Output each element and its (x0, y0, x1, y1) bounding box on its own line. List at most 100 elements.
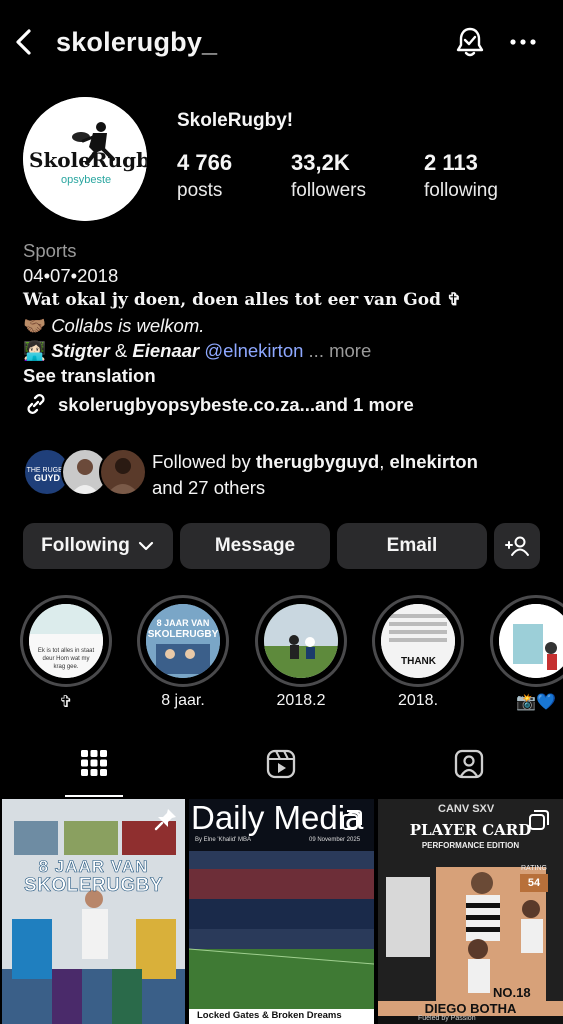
tab-posts-grid[interactable] (65, 745, 123, 797)
more-options-icon[interactable] (507, 27, 539, 57)
highlight-label-4: 2018. (397, 692, 439, 709)
posts-label: posts (177, 180, 223, 201)
post-3-footer: Fueled by Passion (418, 1015, 476, 1022)
bio-website-link[interactable]: skolerugbyopsybeste.co.za... (58, 392, 315, 417)
bio-collabs: Collabs is welkom. (51, 315, 205, 336)
highlight-label-3: 2018.2 (276, 692, 326, 709)
pinned-post-icon (154, 809, 176, 831)
post-3-rating-label: RATING (521, 865, 547, 872)
post-thumbnail-2[interactable]: Daily Media By Elne 'Khalid' MBA 09 Nove… (189, 799, 374, 1024)
followed-by-user-2[interactable]: elnekirton (389, 451, 477, 472)
bio-mention-link[interactable]: @elnekirton (204, 340, 303, 361)
logo-text-skole: SkoleRugby (29, 148, 147, 172)
following-label: following (424, 180, 498, 201)
skolerugby-logo-icon: SkoleRugby opsybeste (23, 97, 147, 221)
post-3-number: NO.18 (493, 985, 531, 1000)
highlight-cover-2: 8 JAAR VAN SKOLERUGBY (146, 604, 220, 678)
message-button[interactable]: Message (180, 523, 330, 569)
svg-text:krag gee.: krag gee. (53, 664, 78, 670)
bio-collabs-line: 🤝🏽 Collabs is welkom. (23, 313, 543, 338)
profile-display-name: SkoleRugby! (177, 110, 294, 131)
bio-link-more[interactable]: and 1 more (315, 392, 414, 417)
post-1-title-line-2: SKOLERUGBY (23, 875, 164, 897)
bio-founder-line: 👩🏻‍💻 Stigter & Eienaar @elnekirton ... m… (23, 338, 543, 363)
bio-founder-and: & (109, 340, 133, 361)
bio-links[interactable]: skolerugbyopsybeste.co.za... and 1 more (23, 391, 543, 417)
story-highlight-2[interactable]: 8 JAAR VAN SKOLERUGBY 8 jaar. (137, 595, 229, 710)
laptop-person-icon: 👩🏻‍💻 (23, 340, 47, 361)
story-highlight-1[interactable]: Ek is tot alles in staat deur Hom wat my k… (20, 595, 112, 712)
bio-founder-2: Eienaar (132, 340, 200, 361)
following-button[interactable]: Following (23, 523, 173, 569)
svg-text:SKOLERUGBY: SKOLERUGBY (148, 629, 219, 640)
add-person-icon (505, 536, 529, 556)
tab-reels[interactable] (252, 745, 310, 797)
link-icon (27, 394, 45, 414)
svg-text:Ek is tot alles in staat: Ek is tot alles in staat (38, 648, 95, 654)
post-3-name: DIEGO BOTHA (378, 1001, 563, 1016)
email-button[interactable]: Email (337, 523, 487, 569)
followed-by-text: Followed by therugbyguyd, elnekirton and… (152, 449, 478, 501)
followers-label: followers (291, 180, 366, 201)
notification-bell-icon[interactable] (453, 25, 487, 59)
posts-grid: 8 JAAR VAN SKOLERUGBY Daily Media By Eln… (0, 799, 563, 1024)
bio-motto: Wat okal jy doen, doen alles tot eer van… (23, 290, 462, 310)
posts-count: 4 766 (177, 150, 233, 175)
email-button-label: Email (386, 535, 438, 556)
highlight-label-1: ✞ (59, 694, 73, 711)
logo-text-opsybeste: opsybeste (61, 174, 111, 186)
followed-by-user-1[interactable]: therugbyguyd (256, 451, 379, 472)
highlight-cover-5 (499, 604, 563, 678)
post-1-title-line-1: 8 JAAR VAN (38, 857, 149, 877)
profile-username: skolerugby_ (56, 27, 218, 57)
carousel-icon (342, 810, 362, 830)
bio-founder-1: Stigter (51, 340, 110, 361)
story-highlight-4[interactable]: THANK 2018. (372, 595, 464, 710)
story-highlight-5[interactable]: 📸💙 (490, 595, 563, 712)
reels-icon (266, 749, 296, 779)
stat-followers[interactable]: 33,2K followers (291, 150, 366, 202)
bio-more-link[interactable]: ... more (309, 340, 372, 361)
svg-text:GUYD: GUYD (34, 473, 61, 483)
followed-by-prefix: Followed by (152, 451, 256, 472)
active-tab-indicator (65, 795, 123, 797)
highlight-label-5: 📸💙 (516, 694, 556, 711)
post-2-title: Daily Media (191, 799, 364, 836)
followed-by-section[interactable]: THE RUGBY GUYD Followed by therugbyguyd, … (23, 448, 543, 498)
highlight-cover-1: Ek is tot alles in staat deur Hom wat my k… (29, 604, 103, 678)
profile-date: 04•07•2018 (23, 265, 119, 286)
grid-icon (81, 750, 107, 776)
following-button-label: Following (41, 535, 130, 556)
profile-content-tabs (0, 745, 563, 797)
svg-text:deur Hom wat my: deur Hom wat my (42, 656, 89, 662)
highlight-label-2: 8 jaar. (161, 692, 205, 709)
post-2-caption: Locked Gates & Broken Dreams (197, 1010, 342, 1021)
post-2-date: 09 November 2025 (309, 837, 361, 843)
tab-tagged[interactable] (440, 745, 498, 797)
profile-bio: Sports 04•07•2018 Wat okal jy doen, doen… (23, 238, 543, 417)
post-thumbnail-1[interactable]: 8 JAAR VAN SKOLERUGBY (2, 799, 185, 1024)
chevron-down-icon (138, 541, 153, 551)
tagged-person-icon (454, 749, 484, 779)
svg-text:8 JAAR VAN: 8 JAAR VAN (157, 618, 210, 628)
following-count: 2 113 (424, 150, 478, 175)
followed-by-others: and 27 others (152, 477, 266, 498)
back-arrow-icon[interactable] (10, 26, 40, 58)
story-highlight-3[interactable]: 2018.2 (255, 595, 347, 710)
top-bar: skolerugby_ (0, 0, 563, 86)
post-3-brand: CANV SXV (438, 803, 495, 815)
stat-following[interactable]: 2 113 following (424, 150, 498, 202)
carousel-icon (529, 810, 549, 830)
stat-posts[interactable]: 4 766 posts (177, 150, 232, 202)
message-button-label: Message (214, 535, 296, 556)
post-3-rating-value: 54 (520, 874, 548, 892)
profile-avatar[interactable]: SkoleRugby opsybeste (23, 97, 147, 221)
post-2-byline: By Elne 'Khalid' MBA (195, 837, 251, 843)
followed-by-sep: , (379, 451, 390, 472)
profile-category: Sports (23, 240, 77, 261)
suggested-accounts-button[interactable] (494, 523, 540, 569)
highlight-cover-3 (264, 604, 338, 678)
see-translation-link[interactable]: See translation (23, 363, 543, 388)
svg-text:THANK: THANK (401, 656, 437, 667)
post-thumbnail-3[interactable]: CANV SXV PLAYER CARD PERFORMANCE EDITION… (378, 799, 563, 1024)
